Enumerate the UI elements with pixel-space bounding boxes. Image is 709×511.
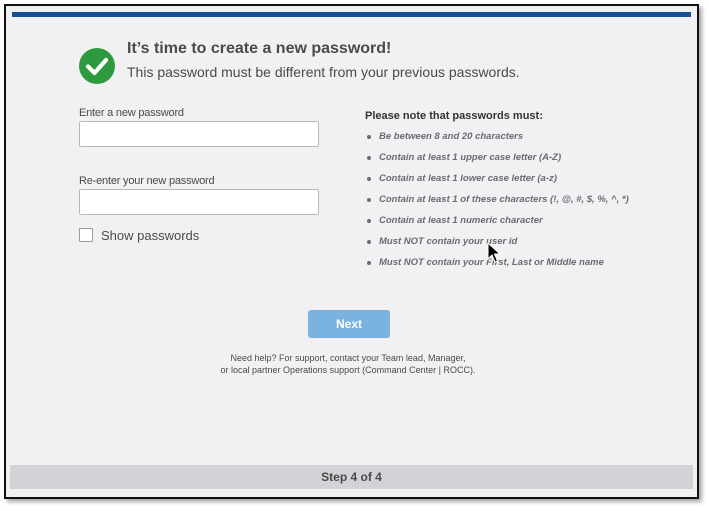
page-title: It’s time to create a new password! bbox=[127, 40, 392, 57]
bullet-icon bbox=[367, 198, 371, 202]
step-indicator: Step 4 of 4 bbox=[10, 465, 693, 489]
bullet-icon bbox=[367, 135, 371, 139]
bullet-icon bbox=[367, 219, 371, 223]
show-passwords-label[interactable]: Show passwords bbox=[101, 228, 199, 243]
new-password-label: Enter a new password bbox=[79, 107, 184, 119]
password-rule-text: Contain at least 1 of these characters (… bbox=[379, 194, 629, 205]
accent-top-bar bbox=[12, 12, 691, 17]
page-subtitle: This password must be different from you… bbox=[127, 64, 520, 80]
password-reset-panel: It’s time to create a new password! This… bbox=[4, 4, 699, 499]
password-rule-text: Be between 8 and 20 characters bbox=[379, 131, 524, 142]
password-rule-text: Contain at least 1 numeric character bbox=[379, 215, 543, 226]
password-rule-item: Contain at least 1 lower case letter (a-… bbox=[365, 168, 629, 189]
help-text-line-1: Need help? For support, contact your Tea… bbox=[230, 353, 466, 363]
password-rules-title: Please note that passwords must: bbox=[365, 110, 543, 122]
password-rule-text: Contain at least 1 lower case letter (a-… bbox=[379, 173, 557, 184]
bullet-icon bbox=[367, 261, 371, 265]
bullet-icon bbox=[367, 177, 371, 181]
bullet-icon bbox=[367, 240, 371, 244]
password-rule-text: Contain at least 1 upper case letter (A-… bbox=[379, 152, 562, 163]
reenter-password-label: Re-enter your new password bbox=[79, 175, 215, 187]
new-password-field[interactable] bbox=[79, 121, 319, 147]
password-rule-item: Be between 8 and 20 characters bbox=[365, 126, 629, 147]
password-rule-item: Contain at least 1 upper case letter (A-… bbox=[365, 147, 629, 168]
mouse-cursor-icon bbox=[487, 242, 501, 263]
next-button[interactable]: Next bbox=[308, 310, 390, 338]
checkmark-circle-icon bbox=[79, 48, 115, 84]
help-text-line-2: or local partner Operations support (Com… bbox=[220, 365, 476, 375]
show-passwords-toggle[interactable]: Show passwords bbox=[79, 227, 199, 243]
show-passwords-checkbox[interactable] bbox=[79, 228, 93, 242]
password-rule-item: Contain at least 1 of these characters (… bbox=[365, 189, 629, 210]
bullet-icon bbox=[367, 156, 371, 160]
password-rule-item: Contain at least 1 numeric character bbox=[365, 210, 629, 231]
reenter-password-field[interactable] bbox=[79, 189, 319, 215]
